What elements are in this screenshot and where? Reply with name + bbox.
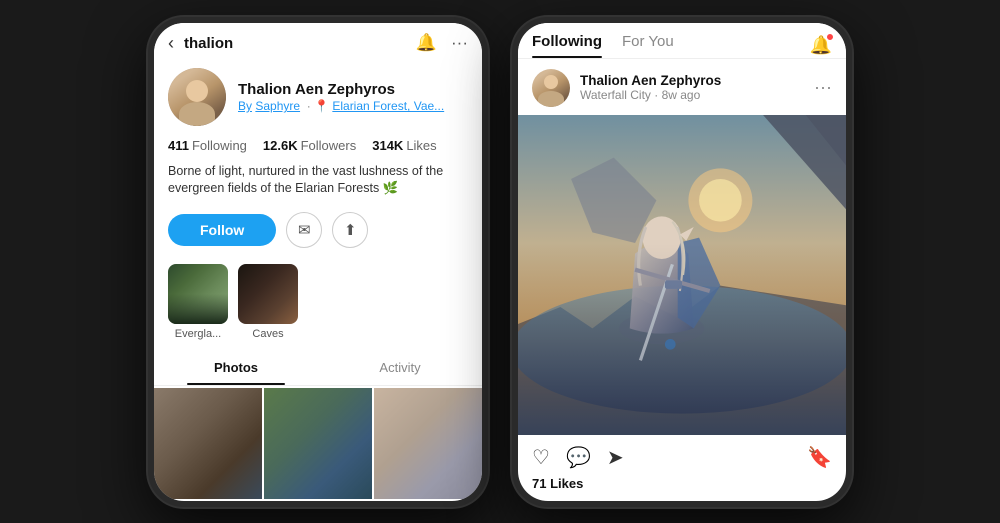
by-label: By — [238, 99, 252, 113]
stat-followers[interactable]: 12.6K Followers — [263, 138, 356, 153]
stat-following[interactable]: 411 Following — [168, 138, 247, 153]
post-avatar[interactable] — [532, 69, 570, 107]
post-header: Thalion Aen Zephyros Waterfall City · 8w… — [518, 59, 846, 115]
avatar — [168, 68, 226, 126]
album-item[interactable]: Evergla... — [168, 264, 228, 340]
followers-label: Followers — [301, 138, 357, 153]
post-actions: ♡ 💬 ➤ 🔖 — [518, 435, 846, 474]
following-label: Following — [192, 138, 247, 153]
like-button[interactable]: ♡ — [532, 445, 550, 470]
bio-text: Borne of light, nurtured in the vast lus… — [154, 159, 482, 206]
stats-row: 411 Following 12.6K Followers 314K Likes — [154, 132, 482, 159]
album-label-forest: Evergla... — [175, 328, 221, 340]
notification-icon[interactable]: 🔔 — [810, 35, 832, 56]
right-phone: Following For You 🔔 Thalion Aen Zephyros… — [512, 17, 852, 507]
feed-screen: Following For You 🔔 Thalion Aen Zephyros… — [518, 23, 846, 501]
bookmark-button[interactable]: 🔖 — [807, 445, 832, 470]
album-thumb-forest — [168, 264, 228, 324]
profile-screen: ‹ thalion 🔔 ··· Thalion Aen Zephyros By … — [154, 23, 482, 501]
bell-icon[interactable]: 🔔 — [416, 33, 437, 53]
post-author-name: Thalion Aen Zephyros — [580, 73, 804, 88]
profile-nav-header: ‹ thalion 🔔 ··· — [154, 23, 482, 60]
photo-item[interactable] — [264, 388, 372, 499]
album-label-caves: Caves — [252, 328, 283, 340]
location-text: Elarian Forest, Vae... — [332, 99, 444, 113]
share-button[interactable]: ⬆ — [332, 212, 368, 248]
likes-count: 314K — [372, 138, 403, 153]
likes-count: 71 Likes — [518, 474, 846, 501]
followers-count: 12.6K — [263, 138, 298, 153]
creator-link[interactable]: Saphyre — [255, 99, 300, 113]
feed-tabs: Following For You — [532, 33, 810, 58]
message-button[interactable]: ✉ — [286, 212, 322, 248]
tab-following[interactable]: Following — [532, 33, 602, 58]
back-icon[interactable]: ‹ — [168, 33, 174, 54]
header-icons: 🔔 ··· — [416, 33, 468, 53]
album-item[interactable]: Caves — [238, 264, 298, 340]
page-title: thalion — [184, 35, 416, 52]
share-button[interactable]: ➤ — [607, 445, 624, 470]
avatar-image — [168, 68, 226, 126]
tab-activity[interactable]: Activity — [318, 350, 482, 385]
profile-name-block: Thalion Aen Zephyros By Saphyre · 📍 Elar… — [238, 80, 468, 114]
notification-badge — [826, 33, 834, 41]
post-meta-info: Waterfall City · 8w ago — [580, 88, 804, 102]
post-meta: Thalion Aen Zephyros Waterfall City · 8w… — [580, 73, 804, 102]
photos-grid — [154, 386, 482, 501]
post-more-button[interactable]: ··· — [814, 77, 832, 98]
profile-tabs: Photos Activity — [154, 350, 482, 386]
stat-likes[interactable]: 314K Likes — [372, 138, 436, 153]
profile-display-name: Thalion Aen Zephyros — [238, 80, 468, 100]
album-thumb-caves — [238, 264, 298, 324]
profile-info: Thalion Aen Zephyros By Saphyre · 📍 Elar… — [154, 60, 482, 132]
post-illustration — [518, 115, 846, 435]
comment-button[interactable]: 💬 — [566, 445, 591, 470]
feed-nav-header: Following For You 🔔 — [518, 23, 846, 58]
follow-button[interactable]: Follow — [168, 214, 276, 246]
following-count: 411 — [168, 138, 189, 153]
likes-label: Likes — [406, 138, 436, 153]
more-icon[interactable]: ··· — [451, 33, 468, 53]
profile-creator: By Saphyre · 📍 Elarian Forest, Vae... — [238, 99, 468, 113]
photo-item[interactable] — [154, 388, 262, 499]
tab-photos[interactable]: Photos — [154, 350, 318, 385]
photo-item[interactable] — [374, 388, 482, 499]
post-image — [518, 115, 846, 435]
tab-for-you[interactable]: For You — [622, 33, 674, 58]
left-phone: ‹ thalion 🔔 ··· Thalion Aen Zephyros By … — [148, 17, 488, 507]
action-row: Follow ✉ ⬆ — [154, 206, 482, 258]
albums-row: Evergla... Caves — [154, 258, 482, 350]
